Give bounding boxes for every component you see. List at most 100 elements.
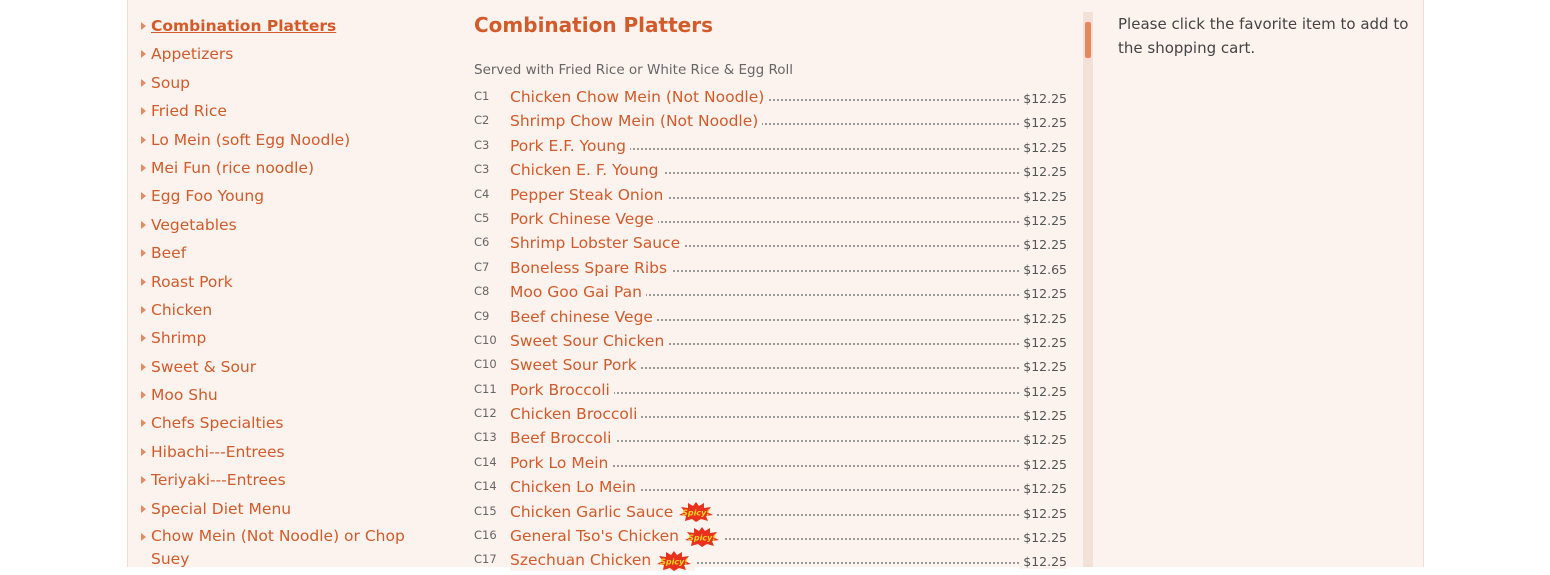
menu-item-code: C8 <box>474 284 490 299</box>
sidebar-category-item[interactable]: Beef <box>141 239 421 267</box>
caret-right-icon <box>141 78 146 87</box>
sidebar-category-label: Egg Foo Young <box>151 187 265 206</box>
sidebar-category-item[interactable]: Vegetables <box>141 211 421 239</box>
menu-item-row[interactable]: C10 Sweet Sour Chicken $12.25 <box>474 330 1067 355</box>
menu-item-row[interactable]: C9 Beef chinese Vege $12.25 <box>474 306 1067 331</box>
sidebar-category-label: Appetizers <box>151 45 234 64</box>
sidebar-category-item[interactable]: Teriyaki---Entrees <box>141 466 421 494</box>
sidebar-category-label: Mei Fun (rice noodle) <box>151 158 315 177</box>
menu-item-row[interactable]: C6 Shrimp Lobster Sauce $12.25 <box>474 233 1067 257</box>
sidebar-category-label: Hibachi---Entrees <box>151 442 285 461</box>
menu-item-name[interactable]: Pork Chinese Vege <box>510 208 658 229</box>
menu-item-name[interactable]: Boneless Spare Ribs <box>510 257 672 278</box>
sidebar-category-item[interactable]: Chow Mein (Not Noodle) or Chop Suey <box>141 523 421 571</box>
sidebar-category-item[interactable]: Chicken <box>141 296 421 324</box>
menu-item-name[interactable]: Chicken Lo Mein <box>510 477 640 498</box>
caret-right-icon <box>141 277 146 286</box>
sidebar-category-label: Roast Pork <box>151 272 233 291</box>
menu-scrollbar[interactable] <box>1083 12 1093 567</box>
menu-item-name-text: Chicken E. F. Young <box>510 161 659 180</box>
menu-item-row[interactable]: C1 Chicken Chow Mein (Not Noodle) $12.25 <box>474 87 1067 111</box>
menu-item-name[interactable]: Beef Broccoli <box>510 428 616 449</box>
menu-item-row[interactable]: C2 Shrimp Chow Mein (Not Noodle) $12.25 <box>474 111 1067 135</box>
menu-item-name[interactable]: Chicken Broccoli <box>510 404 642 425</box>
menu-item-name[interactable]: Sweet Sour Chicken <box>510 330 669 351</box>
menu-item-name[interactable]: Pork E.F. Young <box>510 135 630 156</box>
sidebar-category-label: Chow Mein (Not Noodle) or Chop Suey <box>151 527 405 569</box>
caret-right-icon <box>141 305 146 314</box>
menu-item-row[interactable]: C16 General Tso's Chicken Spicy! $12.25 <box>474 526 1067 550</box>
menu-item-row[interactable]: C13 Beef Broccoli $12.25 <box>474 428 1067 452</box>
menu-item-name[interactable]: Moo Goo Gai Pan <box>510 282 646 303</box>
sidebar-category-item[interactable]: Special Diet Menu <box>141 495 421 523</box>
menu-item-name[interactable]: Shrimp Lobster Sauce <box>510 233 685 254</box>
sidebar-category-item[interactable]: Sweet & Sour <box>141 353 421 381</box>
menu-item-row[interactable]: C5 Pork Chinese Vege $12.25 <box>474 208 1067 233</box>
menu-item-row[interactable]: C3 Chicken E. F. Young $12.25 <box>474 160 1067 184</box>
menu-item-price: $12.65 <box>1019 261 1067 277</box>
menu-item-code: C12 <box>474 406 497 421</box>
menu-item-row[interactable]: C4 Pepper Steak Onion $12.25 <box>474 184 1067 209</box>
sidebar-category-item[interactable]: Mei Fun (rice noodle) <box>141 154 421 182</box>
menu-item-row[interactable]: C3 Pork E.F. Young $12.25 <box>474 135 1067 160</box>
menu-item-row[interactable]: C15 Chicken Garlic Sauce Spicy! $12.25 <box>474 501 1067 526</box>
menu-item-row[interactable]: C14 Pork Lo Mein $12.25 <box>474 452 1067 477</box>
menu-item-code: C7 <box>474 259 490 274</box>
menu-item-name-text: Pork E.F. Young <box>510 136 626 155</box>
sidebar-category-item[interactable]: Moo Shu <box>141 381 421 409</box>
menu-item-row[interactable]: C14 Chicken Lo Mein $12.25 <box>474 477 1067 501</box>
menu-item-name-text: Sweet Sour Chicken <box>510 331 665 350</box>
sidebar-category-item[interactable]: Hibachi---Entrees <box>141 438 421 466</box>
menu-item-name[interactable]: Chicken Garlic Sauce Spicy! <box>510 501 718 523</box>
menu-item-code: C15 <box>474 503 497 518</box>
menu-item-name[interactable]: Szechuan Chicken Spicy! <box>510 550 696 571</box>
sidebar-category-item[interactable]: Fried Rice <box>141 97 421 125</box>
menu-item-price: $12.25 <box>1019 91 1067 106</box>
sidebar-category-item[interactable]: Lo Mein (soft Egg Noodle) <box>141 126 421 154</box>
menu-item-name[interactable]: Pork Lo Mein <box>510 452 613 473</box>
menu-item-name-text: Pork Broccoli <box>510 380 610 399</box>
menu-item-row[interactable]: C7 Boneless Spare Ribs $12.65 <box>474 257 1067 282</box>
menu-item-code: C10 <box>474 332 497 347</box>
menu-item-name[interactable]: Beef chinese Vege <box>510 306 657 327</box>
menu-item-code: C3 <box>474 162 490 177</box>
menu-item-name-text: Pork Chinese Vege <box>510 209 654 228</box>
sidebar-category-item[interactable]: Soup <box>141 69 421 97</box>
caret-right-icon <box>141 533 146 542</box>
scrollbar-thumb[interactable] <box>1085 22 1091 58</box>
menu-item-price: $12.25 <box>1019 164 1067 180</box>
menu-item-name[interactable]: Chicken Chow Mein (Not Noodle) <box>510 87 769 107</box>
sidebar-category-item[interactable]: Roast Pork <box>141 268 421 296</box>
menu-item-name-text: Moo Goo Gai Pan <box>510 283 642 302</box>
caret-right-icon <box>141 50 146 59</box>
caret-right-icon <box>141 22 146 30</box>
menu-item-name[interactable]: Pepper Steak Onion <box>510 184 668 205</box>
menu-item-name-text: Shrimp Lobster Sauce <box>510 234 681 253</box>
menu-item-name[interactable]: Shrimp Chow Mein (Not Noodle) <box>510 111 763 132</box>
sidebar-category-item[interactable]: Appetizers <box>141 40 421 68</box>
caret-right-icon <box>141 419 146 428</box>
sidebar-category-item[interactable]: Chefs Specialties <box>141 409 421 437</box>
menu-item-price: $12.25 <box>1019 310 1067 326</box>
menu-item-code: C2 <box>474 113 490 128</box>
menu-item-name[interactable]: Sweet Sour Pork <box>510 355 641 376</box>
menu-item-price: $12.25 <box>1019 188 1067 204</box>
menu-item-name[interactable]: Chicken E. F. Young <box>510 160 663 181</box>
menu-item-row[interactable]: C11 Pork Broccoli $12.25 <box>474 379 1067 404</box>
menu-item-code: C16 <box>474 528 497 543</box>
menu-item-row[interactable]: C17 Szechuan Chicken Spicy! $12.25 <box>474 550 1067 574</box>
sidebar-category-item[interactable]: Combination Platters <box>141 12 421 40</box>
menu-item-row[interactable]: C12 Chicken Broccoli $12.25 <box>474 404 1067 428</box>
svg-text:Spicy!: Spicy! <box>682 509 710 518</box>
menu-item-name[interactable]: General Tso's Chicken Spicy! <box>510 526 723 547</box>
menu-item-name[interactable]: Pork Broccoli <box>510 379 614 400</box>
menu-item-row[interactable]: C8 Moo Goo Gai Pan $12.25 <box>474 282 1067 306</box>
menu-item-price: $12.25 <box>1019 286 1067 302</box>
menu-item-code: C17 <box>474 552 497 567</box>
sidebar-category-item[interactable]: Shrimp <box>141 324 421 352</box>
sidebar-category-label: Shrimp <box>151 329 207 348</box>
sidebar-category-item[interactable]: Egg Foo Young <box>141 182 421 210</box>
menu-item-row[interactable]: C10 Sweet Sour Pork $12.25 <box>474 355 1067 379</box>
menu-item-name-text: Chicken Broccoli <box>510 405 638 424</box>
menu-item-price: $12.25 <box>1019 432 1067 448</box>
